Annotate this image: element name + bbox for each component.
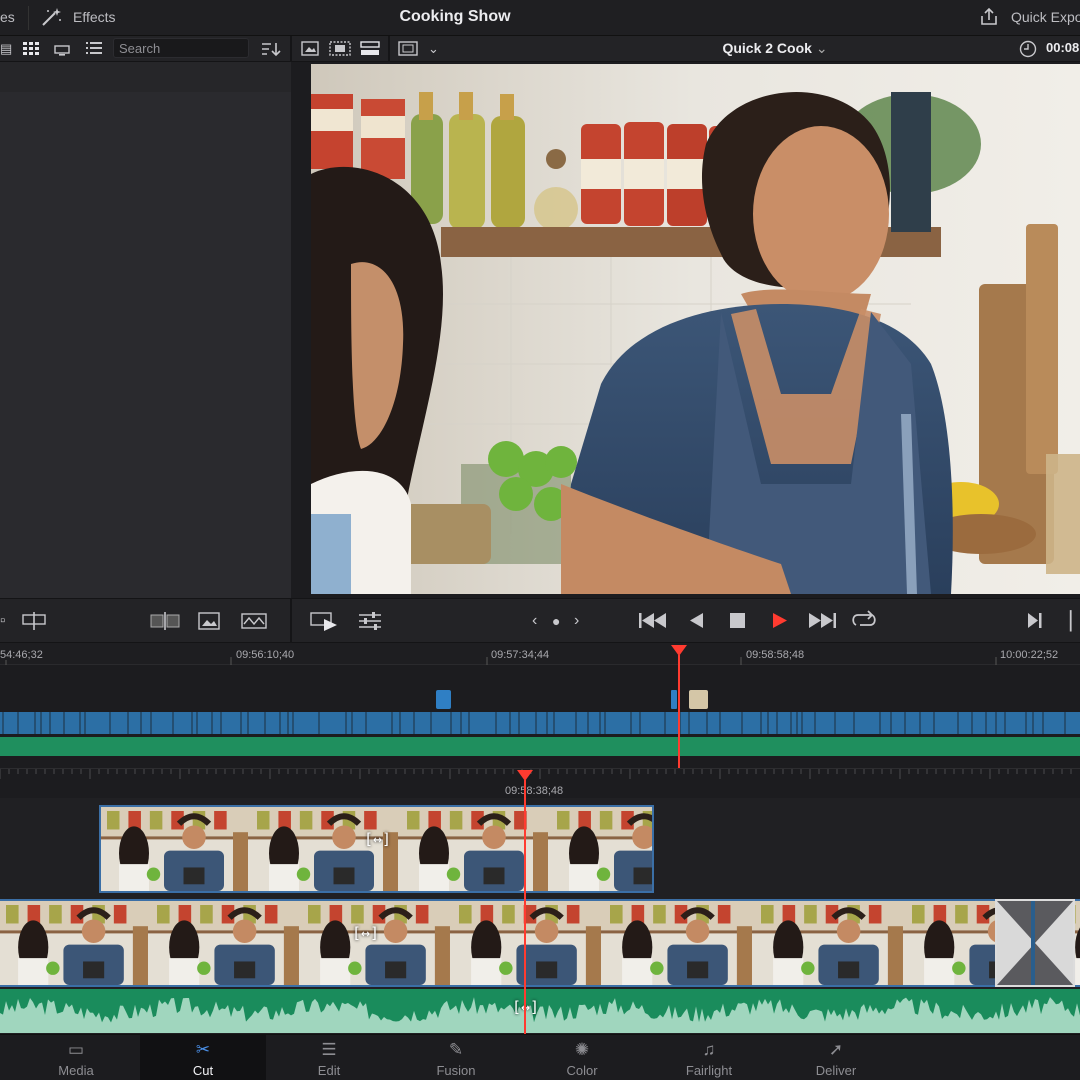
- nav-edit[interactable]: ☰ Edit: [266, 1035, 392, 1080]
- close-up-icon[interactable]: [196, 612, 222, 635]
- loop-icon[interactable]: [850, 610, 878, 635]
- source-tape-icon[interactable]: [329, 41, 351, 61]
- lower-ruler-ticks: [0, 769, 1072, 779]
- audio-clip-strip[interactable]: [0, 737, 1080, 756]
- media-pool-tab-label[interactable]: es: [0, 9, 15, 25]
- quick-export-button[interactable]: Quick Expor: [1011, 9, 1080, 25]
- color-icon: ✺: [574, 1040, 590, 1059]
- timeline-view-icon[interactable]: [360, 41, 380, 61]
- playhead-timecode: 09:58:38;48: [505, 785, 564, 797]
- lower-playhead[interactable]: [524, 780, 526, 1034]
- lower-timeline-ruler[interactable]: 09:58:38;48: [0, 768, 1080, 798]
- source-overwrite-icon[interactable]: [310, 611, 340, 636]
- clip-thumbnails: [0, 901, 1080, 985]
- nav-label: Media: [58, 1063, 94, 1078]
- media-pool-panel: [0, 62, 291, 598]
- effects-tab-label[interactable]: Effects: [73, 9, 116, 25]
- safe-area-icon[interactable]: [398, 41, 418, 61]
- toolbar: ▤ Search ⌄ Quick 2 Cook ⌄ 00:08: [0, 36, 1080, 62]
- source-clip-icon[interactable]: [301, 41, 319, 61]
- transition-clip[interactable]: [995, 899, 1075, 987]
- page-navigation: ▭ Media ✂ Cut ☰ Edit ✎ Fusion ✺ Color ♫ …: [0, 1034, 1080, 1080]
- play-reverse-icon[interactable]: [688, 612, 704, 634]
- video-clip-strip[interactable]: [0, 712, 1080, 736]
- play-icon[interactable]: [771, 612, 788, 634]
- nav-label: Fairlight: [685, 1063, 733, 1078]
- effects-icon[interactable]: [40, 6, 64, 33]
- overview-timeline[interactable]: [0, 665, 1080, 760]
- viewer-timecode: 00:08: [1046, 40, 1080, 55]
- media-icon: ▭: [67, 1040, 85, 1059]
- cut-icon: ✂: [195, 1040, 211, 1059]
- tool-icon[interactable]: ▫: [0, 611, 5, 631]
- nav-label: Fusion: [436, 1063, 476, 1078]
- nav-fairlight[interactable]: ♫ Fairlight: [646, 1035, 772, 1080]
- edit-icon: ☰: [321, 1040, 337, 1059]
- lower-playhead-handle[interactable]: [517, 770, 533, 781]
- video-clip-v2[interactable]: [99, 805, 654, 893]
- nav-deliver[interactable]: ➚ Deliver: [773, 1035, 899, 1080]
- upper-timeline-ruler[interactable]: 54:46;32 09:56:10;40 09:57:34;44 09:58:5…: [0, 643, 1080, 665]
- ruler-tick-label: 09:56:10;40: [236, 649, 295, 661]
- transition-icon: [997, 901, 1073, 985]
- viewer-clip-name[interactable]: Quick 2 Cook ⌄: [690, 40, 860, 57]
- trim-handle-icon[interactable]: [↔]: [364, 830, 391, 848]
- search-input[interactable]: Search: [113, 38, 249, 58]
- viewer-frame-image: [311, 64, 1080, 594]
- clip-dropdown-icon: ⌄: [815, 40, 828, 56]
- ruler-tick-label: 54:46;32: [0, 649, 43, 661]
- ruler-tick-label: 09:58:58;48: [746, 649, 805, 661]
- grid-view-icon[interactable]: [23, 42, 39, 60]
- audio-track[interactable]: [0, 989, 1080, 1033]
- previous-marker-icon[interactable]: ‹: [532, 611, 537, 631]
- smart-insert-icon[interactable]: [150, 612, 180, 635]
- filmstrip-view-icon[interactable]: [54, 43, 70, 61]
- timeline-marker[interactable]: [436, 690, 451, 709]
- next-marker-icon[interactable]: ›: [574, 611, 579, 631]
- list-view-icon[interactable]: ▤: [0, 41, 12, 57]
- nav-label: Cut: [192, 1063, 214, 1078]
- deliver-icon: ➚: [828, 1040, 844, 1059]
- video-viewer[interactable]: [311, 64, 1080, 594]
- upper-playhead[interactable]: [678, 655, 680, 770]
- resolve-app: es Effects Cooking Show Quick Expor ▤ Se…: [0, 0, 1080, 1080]
- ruler-tick-label: 10:00:22;52: [1000, 649, 1059, 661]
- timecode-icon: [1019, 40, 1037, 63]
- go-to-next-edit-icon[interactable]: [1027, 612, 1043, 634]
- top-bar: es Effects Cooking Show Quick Expor: [0, 0, 1080, 36]
- nav-color[interactable]: ✺ Color: [519, 1035, 645, 1080]
- sort-icon[interactable]: [261, 41, 281, 62]
- marker-dot-icon[interactable]: ●: [552, 611, 560, 631]
- timeline-marker[interactable]: [689, 690, 708, 709]
- trim-handle-icon[interactable]: [↔]: [352, 924, 379, 942]
- chevron-down-icon[interactable]: ⌄: [428, 41, 439, 57]
- fusion-icon: ✎: [448, 1040, 464, 1059]
- place-on-top-icon[interactable]: [240, 612, 268, 635]
- timeline-marker[interactable]: [671, 690, 677, 709]
- transport-bar: ▫ ‹ ● › ▏: [0, 598, 1080, 644]
- upper-playhead-handle[interactable]: [671, 645, 687, 656]
- clip-thumbnails: [101, 807, 652, 891]
- settings-sliders-icon[interactable]: [358, 611, 382, 636]
- skip-to-start-icon[interactable]: [638, 612, 668, 634]
- go-to-end-icon[interactable]: ▏: [1070, 611, 1080, 631]
- fairlight-icon: ♫: [702, 1040, 716, 1059]
- stop-icon[interactable]: [729, 612, 746, 634]
- export-icon[interactable]: [979, 7, 999, 32]
- nav-label: Deliver: [815, 1063, 857, 1078]
- ruler-tick-label: 09:57:34;44: [491, 649, 550, 661]
- project-title: Cooking Show: [399, 8, 511, 25]
- nav-cut[interactable]: ✂ Cut: [140, 1035, 266, 1080]
- audio-waveform: [0, 997, 1080, 1033]
- skip-to-end-icon[interactable]: [807, 612, 837, 634]
- nav-label: Edit: [317, 1063, 341, 1078]
- video-clip-v1[interactable]: [0, 899, 1080, 987]
- split-view-icon[interactable]: [22, 611, 46, 636]
- nav-label: Color: [566, 1063, 598, 1078]
- metadata-view-icon[interactable]: [86, 42, 102, 60]
- nav-fusion[interactable]: ✎ Fusion: [393, 1035, 519, 1080]
- nav-media[interactable]: ▭ Media: [13, 1035, 139, 1080]
